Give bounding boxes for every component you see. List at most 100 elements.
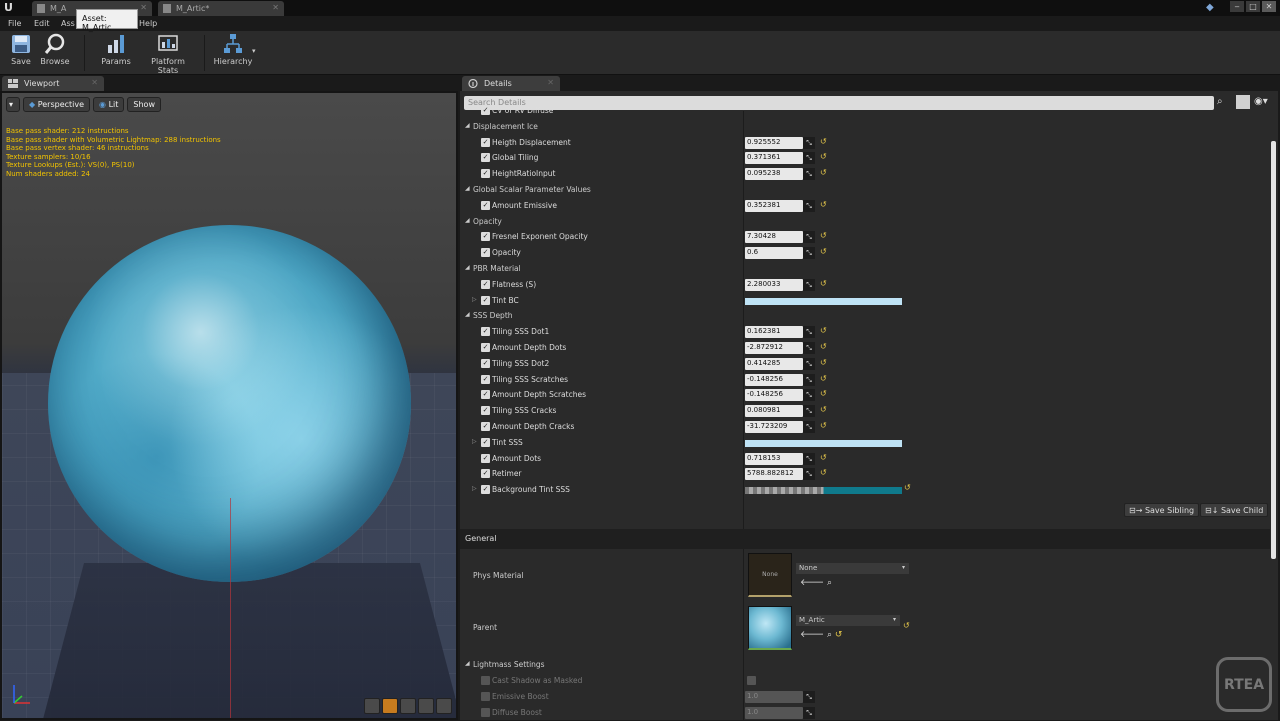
spin-icon[interactable]: ⤡ <box>803 152 815 165</box>
tab-m-artic[interactable]: M_Artic* ✕ <box>158 1 284 16</box>
value-field[interactable]: 0.6 <box>745 247 803 260</box>
cube-shape-button[interactable] <box>418 698 434 714</box>
plane-shape-button[interactable] <box>400 698 416 714</box>
value-field[interactable]: 0.371361 <box>745 152 803 165</box>
override-checkbox[interactable]: ✓ <box>481 485 490 495</box>
category-header[interactable]: ◢ SSS Depth <box>460 308 1270 324</box>
value-field[interactable]: 2.280033 <box>745 278 803 291</box>
spin-icon[interactable]: ⤡ <box>803 389 815 402</box>
close-window-button[interactable]: ✕ <box>1262 1 1276 12</box>
reset-icon[interactable]: ↺ <box>820 358 827 367</box>
save-child-button[interactable]: ⊟↓ Save Child <box>1200 503 1269 517</box>
override-checkbox[interactable]: ✓ <box>481 327 490 337</box>
override-checkbox[interactable]: ✓ <box>481 343 490 352</box>
hierarchy-dropdown-icon[interactable]: ▾ <box>252 47 256 55</box>
color-swatch[interactable] <box>745 487 902 495</box>
lightmass-section-header[interactable]: ◢ Lightmass Settings <box>460 657 1270 673</box>
override-checkbox[interactable]: ✓ <box>481 295 490 305</box>
viewport-options-button[interactable]: ▾ <box>6 97 20 112</box>
reset-icon[interactable]: ↺ <box>820 137 827 146</box>
override-checkbox[interactable]: ✓ <box>481 279 490 289</box>
value-field[interactable]: 0.080981 <box>745 405 803 418</box>
category-header[interactable]: ◢ Displacement Ice <box>460 119 1270 135</box>
reset-icon[interactable]: ↺ <box>820 374 827 383</box>
perspective-button[interactable]: ◆ Perspective <box>23 97 91 112</box>
expand-arrow-icon[interactable]: ▷ <box>472 296 477 303</box>
spin-icon[interactable]: ⤡ <box>803 373 815 386</box>
override-checkbox[interactable]: ✓ <box>481 453 490 463</box>
value-field[interactable]: 0.414285 <box>745 357 803 370</box>
override-checkbox[interactable]: ✓ <box>481 374 490 384</box>
expand-arrow-icon[interactable]: ▷ <box>472 485 477 492</box>
emissive-boost-field[interactable]: 1.0 <box>745 691 803 703</box>
override-checkbox[interactable]: ✓ <box>481 390 490 400</box>
reset-icon[interactable]: ↺ <box>820 468 827 477</box>
menu-edit[interactable]: Edit <box>34 19 50 28</box>
general-section-header[interactable]: General <box>460 529 1270 549</box>
spin-icon[interactable]: ⤡ <box>803 468 815 481</box>
close-icon[interactable]: ✕ <box>91 78 98 87</box>
value-field[interactable]: 0.925552 <box>745 136 803 149</box>
value-field[interactable]: 7.30428 <box>745 231 803 244</box>
scrollbar[interactable] <box>1271 141 1276 559</box>
phys-material-dropdown[interactable]: None ▾ <box>796 563 909 574</box>
save-button[interactable]: Save <box>6 33 36 73</box>
spin-icon[interactable]: ⤡ <box>803 357 815 370</box>
checkbox[interactable] <box>481 708 490 717</box>
reset-icon[interactable]: ↺ <box>820 389 827 398</box>
close-icon[interactable]: ✕ <box>547 78 554 87</box>
params-button[interactable]: Params <box>98 33 134 73</box>
value-field[interactable]: -0.148256 <box>745 373 803 386</box>
override-checkbox[interactable]: ✓ <box>481 248 490 258</box>
notification-icon[interactable]: ◆ <box>1206 2 1218 14</box>
spin-icon[interactable]: ⤡ <box>803 247 815 260</box>
mesh-shape-button[interactable] <box>436 698 452 714</box>
override-checkbox[interactable]: ✓ <box>481 406 490 416</box>
cylinder-shape-button[interactable] <box>364 698 380 714</box>
minimize-button[interactable]: ‒ <box>1230 1 1244 12</box>
menu-asset[interactable]: Ass <box>61 19 75 28</box>
spin-icon[interactable]: ⤡ <box>803 405 815 418</box>
maximize-button[interactable]: □ <box>1246 1 1260 12</box>
value-field[interactable]: -0.148256 <box>745 389 803 402</box>
override-checkbox[interactable]: ✓ <box>481 137 490 147</box>
value-field[interactable]: 0.718153 <box>745 452 803 465</box>
expand-arrow-icon[interactable]: ▷ <box>472 438 477 445</box>
value-field[interactable]: -2.872912 <box>745 342 803 354</box>
override-checkbox[interactable]: ✓ <box>481 106 490 115</box>
category-header[interactable]: ◢ Opacity <box>460 214 1270 230</box>
save-sibling-button[interactable]: ⊟→ Save Sibling <box>1124 503 1200 517</box>
close-icon[interactable]: ✕ <box>272 3 279 12</box>
tab-details[interactable]: Details ✕ <box>462 76 560 91</box>
spin-icon[interactable]: ⤡ <box>803 199 815 212</box>
lit-button[interactable]: ◉ Lit <box>93 97 125 112</box>
asset-action-icons[interactable]: 🡐 ⌕ <box>800 577 832 588</box>
reset-icon[interactable]: ↺ <box>820 279 827 288</box>
override-checkbox[interactable]: ✓ <box>481 422 490 431</box>
reset-icon[interactable]: ↺ <box>820 405 827 414</box>
spin-icon[interactable]: ⤡ <box>803 168 815 181</box>
category-header[interactable]: ◢ Global Scalar Parameter Values <box>460 182 1270 198</box>
menu-help[interactable]: Help <box>139 19 157 28</box>
tab-viewport[interactable]: Viewport ✕ <box>2 76 104 91</box>
parent-dropdown[interactable]: M_Artic ▾ <box>796 615 900 626</box>
reset-icon[interactable]: ↺ <box>820 168 827 177</box>
checkbox[interactable] <box>481 676 490 685</box>
spin-icon[interactable]: ⤡ <box>803 707 815 719</box>
reset-icon[interactable]: ↺ <box>820 247 827 256</box>
reset-icon[interactable]: ↺ <box>820 453 827 462</box>
override-checkbox[interactable]: ✓ <box>481 169 490 179</box>
browse-button[interactable]: Browse <box>38 33 72 73</box>
reset-icon[interactable]: ↺ <box>820 326 827 335</box>
override-checkbox[interactable]: ✓ <box>481 437 490 447</box>
value-field[interactable]: 0.352381 <box>745 199 803 212</box>
spin-icon[interactable]: ⤡ <box>803 136 815 149</box>
cast-shadow-masked-checkbox[interactable] <box>747 676 756 685</box>
close-icon[interactable]: ✕ <box>140 3 147 12</box>
asset-action-icons[interactable]: 🡐 ⌕ ↺ <box>800 629 842 640</box>
spin-icon[interactable]: ⤡ <box>803 421 815 433</box>
category-header[interactable]: ◢ PBR Material <box>460 261 1270 277</box>
value-field[interactable]: 0.095238 <box>745 168 803 181</box>
parent-thumbnail[interactable] <box>748 606 792 650</box>
override-checkbox[interactable]: ✓ <box>481 153 490 163</box>
